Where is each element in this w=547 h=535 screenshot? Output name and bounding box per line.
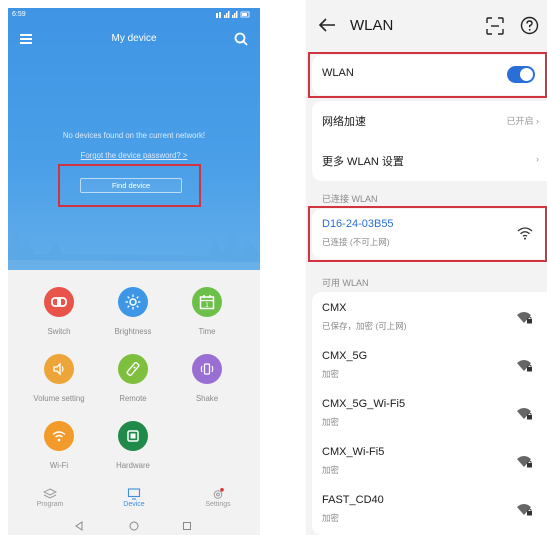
brightness-icon xyxy=(118,287,148,317)
wlan-settings-screen: WLAN WLAN 网络加速 已开启 › 更多 WLAN 设置 › 已连接 WL… xyxy=(306,0,547,535)
network-name: FAST_CD40 xyxy=(322,494,384,506)
help-icon[interactable] xyxy=(520,16,539,35)
tile-hardware[interactable]: Hardware xyxy=(97,421,169,481)
tile-time[interactable]: 1 Time xyxy=(171,287,243,347)
wifi-icon xyxy=(44,421,74,451)
network-status: 加密 xyxy=(322,417,340,427)
network-status: 加密 xyxy=(322,465,340,475)
network-name: CMX_Wi-Fi5 xyxy=(322,446,385,458)
network-row[interactable]: CMX_5G 加密 xyxy=(312,342,547,390)
forgot-password-link[interactable]: Forgot the device password? > xyxy=(8,151,260,160)
wifi-locked-icon xyxy=(517,408,532,420)
svg-text:1: 1 xyxy=(205,302,209,309)
status-time: 6:59 xyxy=(12,11,26,18)
wlan-toggle-highlight xyxy=(308,52,547,98)
volume-icon xyxy=(44,354,74,384)
tab-settings[interactable]: Settings xyxy=(188,488,248,508)
page-title: My device xyxy=(111,33,157,44)
status-indicators xyxy=(216,11,250,20)
tile-label: Shake xyxy=(195,394,219,403)
tile-brightness[interactable]: Brightness xyxy=(97,287,169,347)
tab-label: Program xyxy=(36,501,64,508)
tab-label: Settings xyxy=(205,501,231,508)
gear-icon xyxy=(213,488,224,499)
tile-label: Switch xyxy=(47,327,71,336)
more-wlan-settings-label: 更多 WLAN 设置 xyxy=(322,156,404,168)
network-row[interactable]: CMX_Wi-Fi5 加密 xyxy=(312,438,547,486)
tab-device[interactable]: Device xyxy=(104,488,164,508)
tile-remote[interactable]: Remote xyxy=(97,354,169,414)
remote-icon xyxy=(118,354,148,384)
recents-nav-icon[interactable] xyxy=(182,521,192,531)
switch-icon xyxy=(44,287,74,317)
network-name: CMX_5G_Wi-Fi5 xyxy=(322,398,406,410)
find-device-highlight: Find device xyxy=(58,164,201,207)
network-name: CMX xyxy=(322,302,347,314)
signal-battery-icon xyxy=(216,11,250,18)
network-status: 加密 xyxy=(322,369,340,379)
tile-switch[interactable]: Switch xyxy=(23,287,95,347)
network-name: CMX_5G xyxy=(322,350,368,362)
tab-label: Device xyxy=(123,501,145,508)
hero-panel: 6:59 My device No devices found on the c… xyxy=(8,8,260,270)
connected-network-highlight xyxy=(308,206,547,262)
tile-label: Brightness xyxy=(114,327,152,336)
network-status: 已保存，加密 (可上网) xyxy=(322,321,407,331)
tile-volume-setting[interactable]: Volume setting xyxy=(23,354,95,414)
page-title: WLAN xyxy=(350,17,394,34)
chip-icon xyxy=(118,421,148,451)
network-row[interactable]: CMX 已保存，加密 (可上网) xyxy=(312,294,547,342)
tile-label: Wi-Fi xyxy=(49,461,69,470)
search-icon[interactable] xyxy=(234,32,248,46)
find-device-button[interactable]: Find device xyxy=(80,178,182,193)
scan-icon[interactable] xyxy=(486,17,504,35)
network-row[interactable]: CMX_5G_Wi-Fi5 加密 xyxy=(312,390,547,438)
monitor-icon xyxy=(127,488,141,500)
network-accel-value: 已开启 › xyxy=(506,116,539,126)
back-nav-icon[interactable] xyxy=(74,521,84,531)
tile-label: Time xyxy=(198,327,216,336)
calendar-icon: 1 xyxy=(192,287,222,317)
available-networks-card: CMX 已保存，加密 (可上网) CMX_5G 加密 CMX_5G_Wi-Fi5… xyxy=(312,292,547,535)
wifi-locked-icon xyxy=(517,504,532,516)
wifi-locked-icon xyxy=(517,456,532,468)
network-accel-row[interactable]: 网络加速 已开启 › xyxy=(312,101,547,141)
network-status: 加密 xyxy=(322,513,340,523)
tile-label: Volume setting xyxy=(33,394,85,403)
available-section-header: 可用 WLAN xyxy=(322,278,369,288)
device-app-screen: 6:59 My device No devices found on the c… xyxy=(8,8,260,535)
tile-label: Hardware xyxy=(116,461,150,470)
bottom-tab-bar: Program Device Settings xyxy=(8,486,260,516)
tile-label: Remote xyxy=(119,394,147,403)
home-nav-icon[interactable] xyxy=(129,521,139,531)
header: WLAN xyxy=(306,0,547,52)
more-wlan-settings-row[interactable]: 更多 WLAN 设置 › xyxy=(312,141,547,181)
system-navigation-bar xyxy=(8,518,260,535)
tile-shake[interactable]: Shake xyxy=(171,354,243,414)
chevron-right-icon: › xyxy=(536,154,539,164)
tile-wi-fi[interactable]: Wi-Fi xyxy=(23,421,95,481)
status-bar: 6:59 xyxy=(8,8,260,22)
layers-icon xyxy=(43,488,57,499)
connected-section-header: 已连接 WLAN xyxy=(322,194,378,204)
tree-silhouette xyxy=(8,228,260,270)
network-accel-label: 网络加速 xyxy=(322,116,366,128)
wifi-locked-icon xyxy=(517,312,532,324)
tab-program[interactable]: Program xyxy=(20,488,80,508)
settings-card: 网络加速 已开启 › 更多 WLAN 设置 › xyxy=(312,101,547,181)
back-arrow-icon[interactable] xyxy=(318,17,336,33)
wifi-locked-icon xyxy=(517,360,532,372)
shake-icon xyxy=(192,354,222,384)
network-row[interactable]: FAST_CD40 加密 xyxy=(312,486,547,534)
no-devices-message: No devices found on the current network! xyxy=(62,131,206,140)
